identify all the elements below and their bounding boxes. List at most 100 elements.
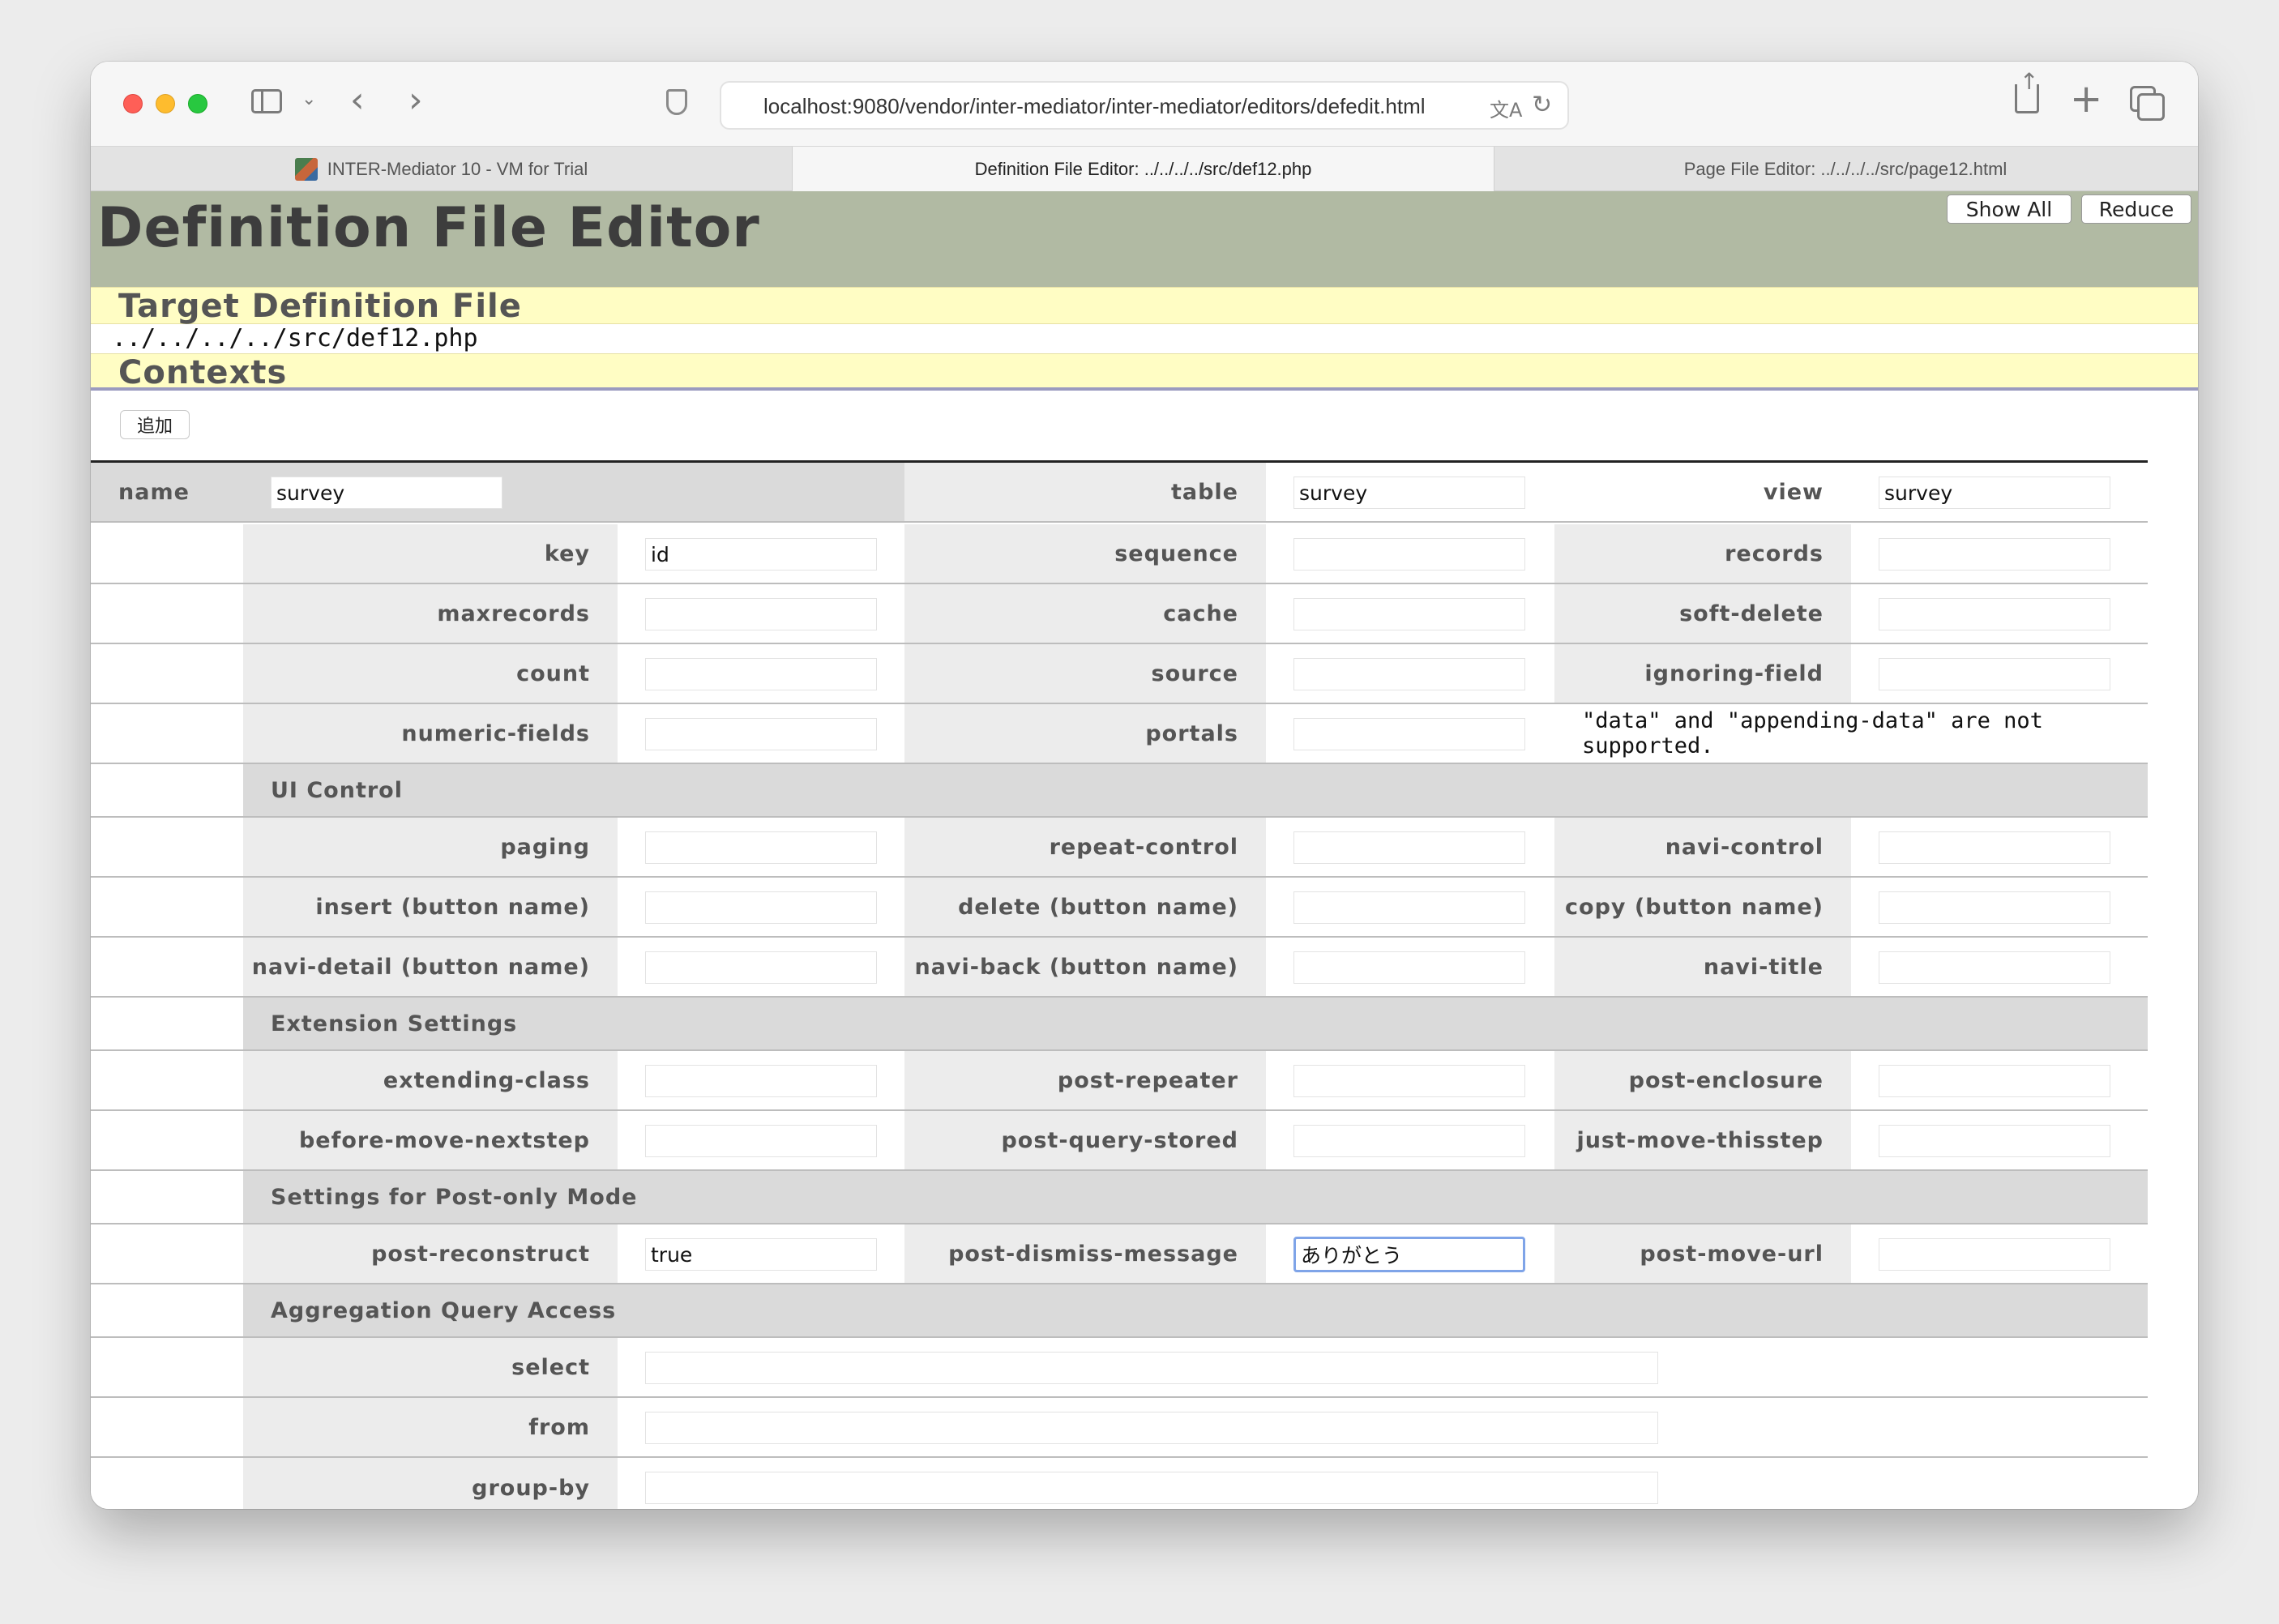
post-reconstruct-input[interactable]: true [645, 1238, 877, 1271]
show-all-button[interactable]: Show All [1947, 194, 2072, 224]
copy-button-label: copy (button name) [1565, 894, 1824, 920]
row-maxrecords: maxrecords cache soft-delete [91, 584, 2148, 644]
ui-control-heading: UI Control [243, 764, 2148, 816]
post-repeater-input[interactable] [1293, 1065, 1525, 1097]
plus-icon[interactable]: + [2070, 76, 2102, 122]
cache-input[interactable] [1293, 598, 1525, 630]
navi-back-input[interactable] [1293, 951, 1525, 984]
name-input[interactable]: survey [271, 477, 502, 509]
paging-label: paging [500, 834, 590, 860]
shield-icon[interactable] [666, 89, 687, 115]
row-navi-detail: navi-detail (button name) navi-back (but… [91, 938, 2148, 998]
just-move-thisstep-label: just-move-thisstep [1576, 1127, 1824, 1153]
navi-detail-input[interactable] [645, 951, 877, 984]
close-window-button[interactable] [123, 94, 143, 113]
sequence-label: sequence [1114, 541, 1238, 566]
navi-back-label: navi-back (button name) [914, 954, 1238, 980]
row-select: select [91, 1338, 2148, 1398]
source-input[interactable] [1293, 658, 1525, 690]
sidebar-icon[interactable] [251, 89, 282, 113]
minimize-window-button[interactable] [156, 94, 175, 113]
favicon-icon [294, 157, 318, 181]
forward-icon[interactable]: › [408, 79, 423, 121]
cache-label: cache [1163, 600, 1238, 626]
select-input[interactable] [645, 1352, 1658, 1384]
select-label: select [511, 1354, 590, 1380]
tab-label: Page File Editor: ../../../../src/page12… [1683, 158, 2007, 179]
post-enclosure-input[interactable] [1879, 1065, 2110, 1097]
row-group-by: group-by [91, 1458, 2148, 1509]
source-label: source [1151, 660, 1238, 686]
reduce-button[interactable]: Reduce [2081, 194, 2191, 224]
delete-button-input[interactable] [1293, 891, 1525, 924]
extending-class-input[interactable] [645, 1065, 877, 1097]
tabs-icon[interactable] [2130, 86, 2165, 121]
post-dismiss-message-label: post-dismiss-message [948, 1241, 1238, 1267]
row-paging: paging repeat-control navi-control [91, 818, 2148, 878]
contexts-heading-band: Contexts [91, 353, 2198, 391]
copy-button-input[interactable] [1879, 891, 2110, 924]
group-aggregation: Aggregation Query Access [91, 1284, 2148, 1338]
post-query-stored-label: post-query-stored [1001, 1127, 1238, 1153]
from-input[interactable] [645, 1412, 1658, 1444]
soft-delete-input[interactable] [1879, 598, 2110, 630]
navi-detail-label: navi-detail (button name) [251, 954, 590, 980]
just-move-thisstep-input[interactable] [1879, 1125, 2110, 1157]
page-title: Definition File Editor [97, 196, 760, 260]
numeric-fields-input[interactable] [645, 718, 877, 750]
post-enclosure-label: post-enclosure [1628, 1067, 1824, 1093]
aggregation-heading: Aggregation Query Access [243, 1284, 2148, 1336]
tab-label: INTER-Mediator 10 - VM for Trial [327, 158, 588, 179]
group-post-only-mode: Settings for Post-only Mode [91, 1171, 2148, 1224]
insert-button-input[interactable] [645, 891, 877, 924]
share-icon[interactable] [2015, 68, 2039, 113]
row-from: from [91, 1398, 2148, 1458]
post-move-url-input[interactable] [1879, 1238, 2110, 1271]
portals-input[interactable] [1293, 718, 1525, 750]
row-post-reconstruct: post-reconstruct true post-dismiss-messa… [91, 1224, 2148, 1284]
tab-label: Definition File Editor: ../../../../src/… [974, 158, 1312, 179]
browser-toolbar: ⌄ ‹ › localhost:9080/vendor/inter-mediat… [91, 62, 2198, 146]
table-input[interactable]: survey [1293, 477, 1525, 509]
table-label: table [1170, 479, 1238, 505]
sequence-input[interactable] [1293, 538, 1525, 571]
tab-definition-editor[interactable]: Definition File Editor: ../../../../src/… [793, 147, 1494, 191]
group-by-input[interactable] [645, 1472, 1658, 1504]
tab-page-editor[interactable]: Page File Editor: ../../../../src/page12… [1494, 147, 2196, 191]
key-input[interactable]: id [645, 538, 877, 571]
navi-title-input[interactable] [1879, 951, 2110, 984]
from-label: from [528, 1414, 590, 1440]
address-text: localhost:9080/vendor/inter-mediator/int… [763, 94, 1426, 118]
repeat-control-input[interactable] [1293, 831, 1525, 864]
post-dismiss-message-input[interactable]: ありがとう [1293, 1237, 1525, 1272]
translate-icon[interactable]: 文A [1490, 94, 1522, 122]
back-icon[interactable]: ‹ [350, 79, 365, 121]
delete-button-label: delete (button name) [958, 894, 1238, 920]
post-query-stored-input[interactable] [1293, 1125, 1525, 1157]
group-extension-settings: Extension Settings [91, 998, 2148, 1051]
contexts-heading: Contexts [118, 354, 288, 391]
add-context-button[interactable]: 追加 [120, 410, 190, 439]
paging-input[interactable] [645, 831, 877, 864]
numeric-fields-label: numeric-fields [401, 720, 590, 746]
maxrecords-input[interactable] [645, 598, 877, 630]
reload-icon[interactable]: ↻ [1532, 91, 1552, 119]
post-reconstruct-label: post-reconstruct [371, 1241, 590, 1267]
view-input[interactable]: survey [1879, 477, 2110, 509]
address-bar[interactable]: localhost:9080/vendor/inter-mediator/int… [720, 81, 1569, 130]
count-input[interactable] [645, 658, 877, 690]
navi-control-input[interactable] [1879, 831, 2110, 864]
zoom-window-button[interactable] [188, 94, 207, 113]
post-move-url-label: post-move-url [1640, 1241, 1824, 1267]
chevron-down-icon[interactable]: ⌄ [301, 89, 316, 109]
ignoring-field-input[interactable] [1879, 658, 2110, 690]
page-header: Definition File Editor Show All Reduce [91, 191, 2198, 287]
before-move-nextstep-label: before-move-nextstep [298, 1127, 590, 1153]
records-input[interactable] [1879, 538, 2110, 571]
extension-settings-heading: Extension Settings [243, 998, 2148, 1049]
key-label: key [544, 541, 590, 566]
tab-inter-mediator[interactable]: INTER-Mediator 10 - VM for Trial [91, 147, 793, 191]
before-move-nextstep-input[interactable] [645, 1125, 877, 1157]
ignoring-field-label: ignoring-field [1644, 660, 1824, 686]
insert-button-label: insert (button name) [315, 894, 590, 920]
